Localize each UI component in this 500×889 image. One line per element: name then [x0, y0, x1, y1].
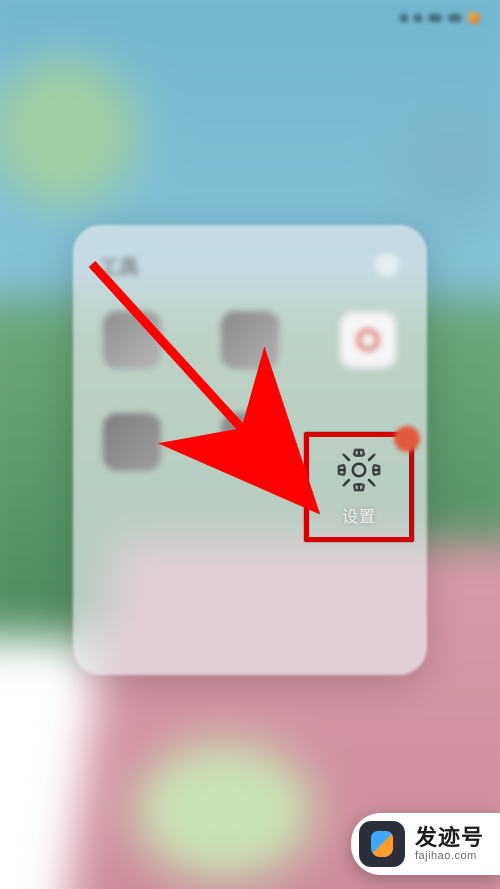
app-2-icon [221, 311, 279, 369]
watermark-title: 发迹号 [415, 826, 484, 850]
app-4[interactable] [87, 413, 177, 481]
app-1[interactable] [87, 311, 177, 379]
app-4-icon [103, 413, 161, 471]
app-3[interactable] [323, 311, 413, 379]
folder-title: 工具 [99, 251, 139, 280]
app-3-icon [339, 311, 397, 369]
status-bar [0, 6, 500, 30]
app-1-icon [103, 311, 161, 369]
status-icons [400, 12, 480, 24]
folder-menu-icon[interactable] [375, 253, 399, 277]
gear-icon [336, 447, 382, 493]
watermark-logo-icon [359, 821, 405, 867]
app-2[interactable] [205, 311, 295, 379]
app-5[interactable] [205, 413, 295, 481]
watermark-badge: 发迹号 fajihao.com [351, 813, 500, 875]
notification-badge-icon [394, 426, 420, 452]
watermark-subtitle: fajihao.com [415, 850, 484, 862]
app-5-icon [221, 413, 279, 471]
app-settings-label: 设置 [342, 503, 376, 527]
app-settings[interactable]: 设置 [304, 432, 414, 542]
